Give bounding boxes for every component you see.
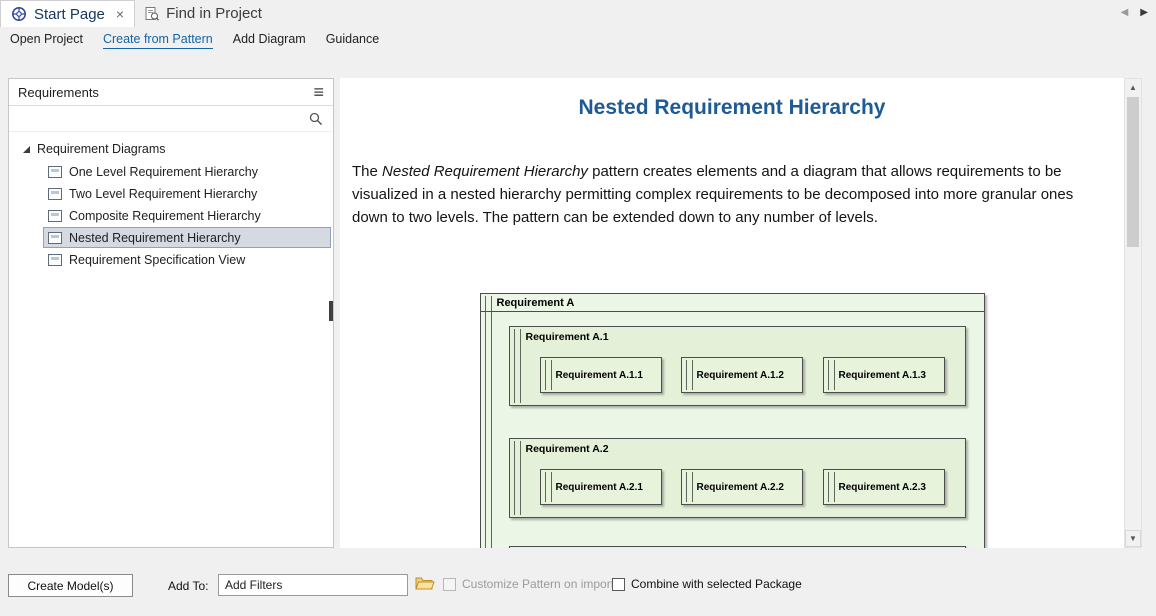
requirement-box-group: Requirement A.2 Requirement A.2.1 Requir… [509,438,966,518]
tab-label: Find in Project [166,5,262,22]
pattern-search-row [9,106,333,132]
requirement-box-leaf: Requirement A.2.3 [823,469,945,505]
tree-item[interactable]: One Level Requirement Hierarchy [43,161,331,182]
tree-item-label: Requirement Specification View [69,253,245,267]
customize-pattern-label: Customize Pattern on import [462,577,614,591]
requirement-label: Requirement A.1 [510,327,965,343]
requirement-label: Requirement A.2 [510,439,965,455]
tree-item[interactable]: Requirement Specification View [43,249,331,270]
pattern-panel-header: Requirements ≡ [9,79,333,106]
document-scrollbar[interactable]: ▲ ▼ [1124,78,1142,548]
pattern-description-text: The Nested Requirement Hierarchy pattern… [352,160,1110,229]
create-models-button[interactable]: Create Model(s) [8,574,133,597]
diagram-icon [48,188,62,200]
tab-scroll-right-icon[interactable]: ▶ [1140,7,1148,18]
add-to-input[interactable] [218,574,408,596]
requirement-diagram-image: Requirement A Requirement A.1 Requiremen… [480,293,985,548]
folder-icon [415,575,435,592]
tree-item[interactable]: Two Level Requirement Hierarchy [43,183,331,204]
add-to-label: Add To: [168,579,208,593]
paragraph-prefix: The [352,163,382,180]
bottom-action-bar: Create Model(s) Add To: Customize Patter… [0,548,1156,616]
expander-icon[interactable] [23,146,30,153]
toolbar-item-create-from-pattern[interactable]: Create from Pattern [103,32,213,49]
diagram-icon [48,254,62,266]
tree-item-label: Two Level Requirement Hierarchy [69,187,257,201]
requirement-box-group: Requirement A.1 Requirement A.1.1 Requir… [509,326,966,406]
pattern-tree: Requirement Diagrams One Level Requireme… [9,132,333,270]
diagram-icon [48,166,62,178]
tree-item-label: Composite Requirement Hierarchy [69,209,261,223]
scroll-up-icon[interactable]: ▲ [1125,79,1141,96]
toolbar-item-guidance[interactable]: Guidance [326,32,380,49]
requirement-box-leaf: Requirement A.2.1 [540,469,662,505]
tree-item-label: One Level Requirement Hierarchy [69,165,258,179]
scroll-down-icon[interactable]: ▼ [1125,530,1141,547]
requirement-box-root: Requirement A Requirement A.1 Requiremen… [480,293,985,548]
page-title: Nested Requirement Hierarchy [340,96,1124,120]
compartment-separator [481,311,984,312]
paragraph-emphasis: Nested Requirement Hierarchy [382,163,588,180]
tree-item-label: Nested Requirement Hierarchy [69,231,241,245]
requirement-box-leaf: Requirement A.1.2 [681,357,803,393]
scrollbar-thumb[interactable] [1127,97,1139,247]
toolbar-item-add-diagram[interactable]: Add Diagram [233,32,306,49]
tab-scroll-left-icon[interactable]: ◀ [1121,7,1129,18]
close-icon[interactable]: × [116,7,124,21]
tab-bar: Start Page × Find in Project ◀ ▶ [0,0,1156,27]
browse-folder-button[interactable] [414,575,435,595]
requirement-box-leaf: Requirement A.2.2 [681,469,803,505]
toolbar-item-open-project[interactable]: Open Project [10,32,83,49]
find-in-project-icon [145,6,159,22]
requirement-box-leaf: Requirement A.1.3 [823,357,945,393]
diagram-icon [48,210,62,222]
tree-root-label: Requirement Diagrams [37,142,166,156]
search-icon[interactable] [309,112,323,126]
requirement-box-leaf: Requirement A.1.1 [540,357,662,393]
tab-label: Start Page [34,6,105,23]
tab-find-in-project[interactable]: Find in Project [135,0,272,27]
combine-package-label: Combine with selected Package [631,577,802,591]
checkbox-icon [443,578,456,591]
tree-item-selected[interactable]: Nested Requirement Hierarchy [43,227,331,248]
combine-package-checkbox[interactable]: Combine with selected Package [612,577,802,591]
panel-scrollbar-thumb[interactable] [329,301,333,321]
diagram-icon [48,232,62,244]
start-page-icon [11,6,27,22]
start-page-window: Start Page × Find in Project ◀ ▶ Open Pr… [0,0,1156,616]
pattern-group-title: Requirements [18,85,99,100]
customize-pattern-checkbox: Customize Pattern on import [443,577,614,591]
tree-item[interactable]: Composite Requirement Hierarchy [43,205,331,226]
tree-root-requirement-diagrams[interactable]: Requirement Diagrams [9,138,333,160]
checkbox-icon[interactable] [612,578,625,591]
requirement-label: Requirement A [481,294,984,309]
start-page-toolbar: Open Project Create from Pattern Add Dia… [0,27,1156,53]
pattern-panel: Requirements ≡ Requirement Diagrams One … [8,78,334,548]
tab-start-page[interactable]: Start Page × [0,0,135,27]
pattern-description-panel: Nested Requirement Hierarchy The Nested … [340,78,1124,548]
menu-icon[interactable]: ≡ [313,83,324,101]
tab-scroll-nav: ◀ ▶ [1121,7,1148,18]
